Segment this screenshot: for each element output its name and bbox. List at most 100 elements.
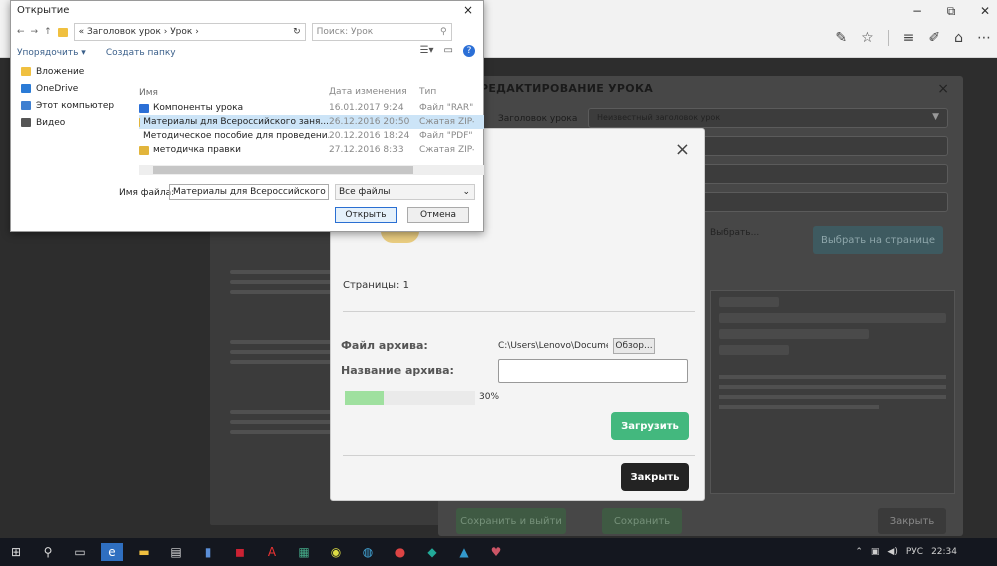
save-and-exit-button[interactable]: Сохранить и выйти [456,508,566,534]
cancel-button[interactable]: Отмена [407,207,469,223]
rte-text-line [719,395,946,399]
column-type[interactable]: Тип [419,87,474,99]
view-controls: ☰▾ ▭ ? [420,45,475,57]
filename-input[interactable]: Материалы для Всероссийского заня [169,184,329,200]
search-icon: ⚲ [440,27,447,37]
windows-start-icon[interactable]: ⊞ [5,543,27,561]
word-icon[interactable]: ▮ [197,543,219,561]
task-view-icon[interactable]: ▭ [69,543,91,561]
file-type: Сжатая ZIP-п [419,145,474,155]
editor-close-button[interactable]: Закрыть [878,508,946,534]
editor-close-icon[interactable]: × [937,81,949,97]
archive-name-input[interactable] [498,359,688,383]
file-explorer-icon[interactable]: ▬ [133,543,155,561]
dialog-close-icon[interactable]: × [463,3,473,17]
window-close-button[interactable]: ✕ [977,4,993,19]
clock[interactable]: 22:34 [931,547,957,557]
app2-icon[interactable]: ◍ [357,543,379,561]
address-path: « Заголовок урок › Урок › [78,27,199,37]
horizontal-scrollbar[interactable] [139,165,484,175]
open-button[interactable]: Открыть [335,207,397,223]
column-date[interactable]: Дата изменения [329,87,419,99]
browse-button[interactable]: Обзор... [613,338,655,354]
preview-pane-icon[interactable]: ▭ [444,45,453,57]
nav-item-label: Этот компьютер [36,100,115,111]
table-row[interactable]: Материалы для Всероссийского заня... 26.1… [139,115,484,129]
file-date: 26.12.2016 20:50 [329,117,410,127]
nav-item[interactable]: Этот компьютер [11,97,119,114]
search-placeholder: Поиск: Урок [316,27,374,37]
save-button[interactable]: Сохранить [602,508,682,534]
web-note-icon[interactable]: ✐ [928,30,940,46]
file-name: Методическое пособие для проведени... [143,131,329,141]
new-folder-button[interactable]: Создать папку [106,48,176,58]
dialog-title: Открытие [17,5,70,16]
favorite-star-icon[interactable]: ☆ [861,30,874,46]
volume-icon[interactable]: ◀) [887,547,897,557]
refresh-icon[interactable]: ↻ [293,24,301,40]
search-icon[interactable]: ⚲ [37,543,59,561]
help-icon[interactable]: ? [463,45,475,57]
share-icon[interactable]: ⌂ [954,30,963,46]
search-input[interactable]: Поиск: Урок ⚲ [311,23,452,41]
edge-icon[interactable]: e [101,543,123,561]
minimize-button[interactable]: − [909,4,925,19]
nav-item[interactable]: Вложение [11,63,119,80]
nav-item[interactable]: OneDrive [11,80,119,97]
chevron-up-icon[interactable]: ⌃ [855,547,863,557]
app5-icon[interactable]: ▲ [453,543,475,561]
column-name[interactable]: Имя [139,87,329,99]
address-bar[interactable]: « Заголовок урок › Урок › ↻ [73,23,306,41]
restore-button[interactable]: ⧉ [943,4,959,19]
chrome-icon[interactable]: ◉ [325,543,347,561]
choose-on-page-button[interactable]: Выбрать на странице [813,226,943,254]
scrollbar-thumb[interactable] [153,166,413,174]
rte-toolbar-row [719,297,779,307]
lesson-select[interactable]: Неизвестный заголовок урок ▼ [588,108,948,128]
forward-arrow-icon[interactable]: → [31,27,39,37]
calculator-icon[interactable]: ▦ [293,543,315,561]
view-options-icon[interactable]: ☰▾ [420,45,434,57]
acrobat-icon[interactable]: A [261,543,283,561]
store-icon[interactable]: ▤ [165,543,187,561]
computer-icon [21,101,31,110]
nav-item[interactable]: Видео [11,114,119,131]
upload-progress-bar [345,391,475,405]
file-date: 16.01.2017 9:24 [329,103,404,113]
up-arrow-icon[interactable]: ↑ [44,27,52,37]
app6-icon[interactable]: ♥ [485,543,507,561]
organize-menu[interactable]: Упорядочить ▾ [17,48,86,58]
rte-toolbar-row [719,329,869,339]
upload-button[interactable]: Загрузить [611,412,689,440]
file-name: Материалы для Всероссийского заня... [143,117,329,127]
close-button[interactable]: Закрыть [621,463,689,491]
network-icon[interactable]: ▣ [871,547,880,557]
file-archive-label: Файл архива: [341,339,428,352]
keyboard-language[interactable]: РУС [906,547,923,557]
folder-icon [57,27,68,37]
taskbar: ⊞ ⚲ ▭ e ▬ ▤ ▮ ◼ A ▦ ◉ ◍ ● ◆ ▲ ♥ [0,538,997,566]
folder-icon [21,67,31,76]
app-icon[interactable]: ◼ [229,543,251,561]
archive-icon [139,145,149,155]
more-icon[interactable]: ⋯ [977,30,991,46]
back-arrow-icon[interactable]: ← [17,27,25,37]
hub-icon[interactable]: ≡ [903,30,915,46]
app4-icon[interactable]: ◆ [421,543,443,561]
lesson-select-value: Неизвестный заголовок урок [597,113,721,122]
table-row[interactable]: Методическое пособие для проведени... 20.… [139,129,484,143]
rich-text-editor[interactable] [710,290,955,494]
reading-view-icon[interactable]: ✎ [835,30,847,46]
filename-label: Имя файла: [119,188,175,198]
file-icon [139,103,149,113]
navigation-bar: ← → ↑ « Заголовок урок › Урок › ↻ Поиск:… [17,23,479,41]
close-icon[interactable]: × [675,139,690,160]
file-path-field[interactable]: C:\Users\Lenovo\Docume [498,338,608,354]
choose-text: Выбрать... [710,228,760,238]
table-row[interactable]: Компоненты урока 16.01.2017 9:24 Файл "RAR… [139,101,484,115]
table-row[interactable]: методичка правки 27.12.2016 8:33 Сжатая ZI… [139,143,484,157]
system-tray: ⌃ ▣ ◀) РУС 22:34 [855,538,957,566]
app3-icon[interactable]: ● [389,543,411,561]
divider [343,311,695,312]
filetype-select[interactable]: Все файлы ⌄ [335,184,475,200]
